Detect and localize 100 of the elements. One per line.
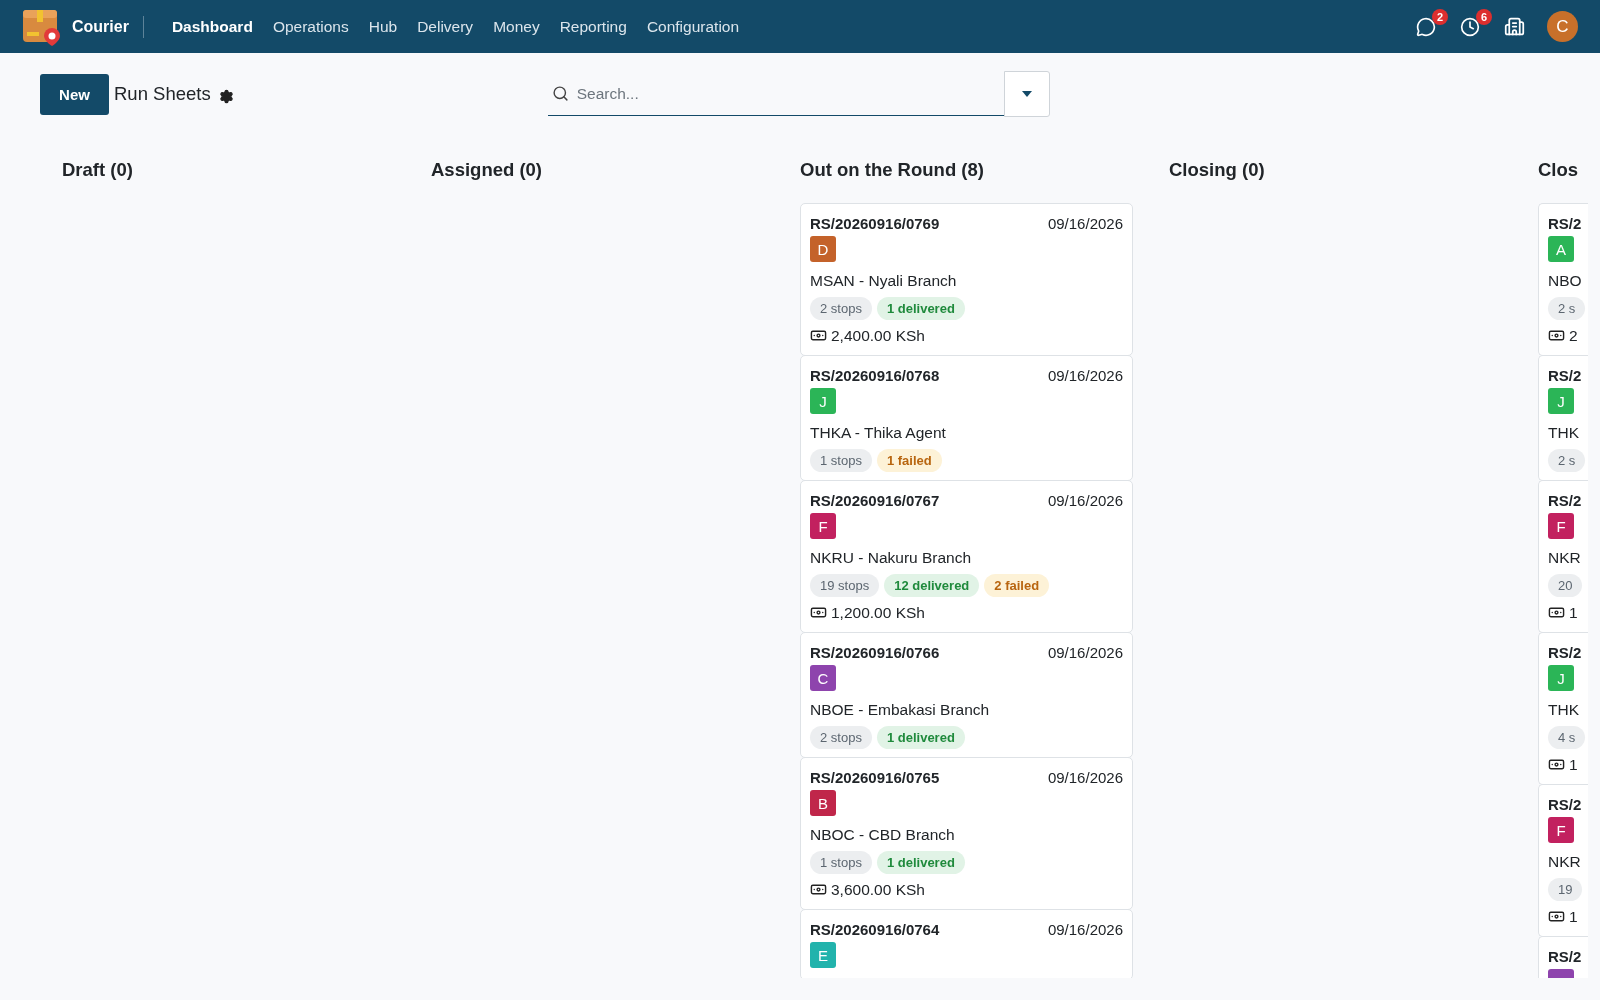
stops-tag: 19 stops: [810, 573, 880, 597]
stops-tag: 19: [1548, 877, 1583, 901]
stops-tag: 2 s: [1548, 448, 1586, 472]
column-title: Closing (0): [1169, 159, 1266, 181]
branch-name: NBOE - Embakasi Branch: [810, 700, 991, 720]
branch-name: MSAN - Nyali Branch: [810, 271, 958, 291]
user-avatar[interactable]: C: [1547, 11, 1578, 42]
run-sheet-reference: RS/20260916/0769: [810, 214, 940, 232]
amount-text: 1: [1569, 603, 1578, 622]
run-sheet-reference: RS/20260916/0764: [810, 920, 940, 938]
driver-avatar: C: [810, 665, 836, 691]
building-icon: [1504, 16, 1525, 37]
delivered-tag: 12 delivered: [884, 573, 980, 597]
run-sheet-date: 09/16/2026: [1047, 214, 1123, 232]
run-sheet-reference: RS/2: [1548, 366, 1582, 384]
branch-name: NBO: [1548, 271, 1579, 291]
run-sheet-card[interactable]: RS/20260916/0769 09/16/2026 D MSAN - Nyali Branch 2 stops 1 delivered 2,400.00 KSh: [800, 203, 1133, 356]
run-sheet-card[interactable]: RS/2 F NKR 19 1: [1538, 784, 1588, 937]
run-sheet-date: 09/16/2026: [1047, 920, 1123, 938]
run-sheet-card[interactable]: RS/2 J THK 2 s: [1538, 355, 1588, 481]
nav-menu-item[interactable]: Hub: [358, 11, 408, 42]
driver-avatar: F: [1548, 817, 1574, 843]
stops-tag: 2 s: [1548, 296, 1586, 320]
branch-name: NKR: [1548, 548, 1579, 568]
stops-tag: 4 s: [1548, 725, 1586, 749]
stops-tag: 1 stops: [810, 448, 872, 472]
driver-avatar: A: [1548, 236, 1574, 262]
amount-text: 1,200.00 KSh: [831, 603, 925, 622]
branch-name: NBOC - CBD Branch: [810, 825, 956, 845]
caret-icon: [1021, 91, 1032, 97]
amount-text: 3,600.00 KSh: [831, 880, 925, 899]
driver-avatar: F: [1548, 513, 1574, 539]
run-sheet-date: 09/16/2026: [1047, 643, 1123, 661]
branch-name: THK: [1548, 423, 1579, 443]
amount-text: 2,400.00 KSh: [831, 326, 925, 345]
stops-tag: 20: [1548, 573, 1583, 597]
branch-name: THKA - Thika Agent: [810, 423, 947, 443]
nav-menu-item[interactable]: Operations: [262, 11, 359, 42]
nav-menu-item[interactable]: Reporting: [549, 11, 637, 42]
driver-avatar: F: [810, 513, 836, 539]
column-title: Assigned (0): [431, 159, 544, 181]
app-name[interactable]: Courier: [72, 15, 144, 38]
branch-name: NKRU - Nakuru Branch: [810, 548, 973, 568]
run-sheet-card[interactable]: RS/20260916/0766 09/16/2026 C NBOE - Embakasi Branch 2 stops 1 delivered: [800, 632, 1133, 758]
run-sheet-reference: RS/2: [1548, 643, 1582, 661]
stops-tag: 2 stops: [810, 296, 872, 320]
nav-menu-item[interactable]: Configuration: [636, 11, 750, 42]
run-sheet-reference: RS/2: [1548, 947, 1582, 965]
run-sheet-reference: RS/2: [1548, 214, 1582, 232]
run-sheet-card[interactable]: RS/2 A NBO 2 s 2: [1538, 203, 1588, 356]
run-sheet-card[interactable]: RS/20260916/0764 09/16/2026 E: [800, 909, 1133, 978]
run-sheet-date: 09/16/2026: [1047, 491, 1123, 509]
driver-avatar: J: [1548, 665, 1574, 691]
counter-badge: 2: [1432, 8, 1448, 25]
delivered-tag: 1 delivered: [876, 850, 965, 874]
column-title: Out on the Round (8): [800, 159, 985, 181]
run-sheet-card[interactable]: RS/20260916/0765 09/16/2026 B NBOC - CBD Branch 1 stops 1 delivered 3,600.00 KSh: [800, 757, 1133, 910]
run-sheet-reference: RS/20260916/0765: [810, 768, 940, 786]
failed-tag: 2 failed: [984, 573, 1050, 597]
stops-tag: 1 stops: [810, 850, 872, 874]
search-icon: [551, 85, 569, 102]
delivered-tag: 1 delivered: [876, 725, 965, 749]
column-title: Draft (0): [62, 159, 134, 181]
run-sheet-reference: RS/20260916/0768: [810, 366, 940, 384]
amount-text: 1: [1569, 907, 1578, 926]
run-sheet-reference: RS/2: [1548, 795, 1582, 813]
stops-tag: 2 stops: [810, 725, 872, 749]
chat-icon: [1416, 16, 1436, 37]
amount-text: 1: [1569, 755, 1578, 774]
failed-tag: 1 failed: [876, 448, 942, 472]
driver-avatar: J: [1548, 388, 1574, 414]
driver-avatar: E: [810, 942, 836, 968]
driver-avatar: D: [810, 236, 836, 262]
branch-name: NKR: [1548, 852, 1579, 872]
run-sheet-card[interactable]: RS/2: [1538, 936, 1588, 978]
run-sheet-reference: RS/2: [1548, 491, 1582, 509]
run-sheet-reference: RS/20260916/0766: [810, 643, 940, 661]
new-button[interactable]: New: [40, 73, 109, 115]
nav-menu-item[interactable]: Dashboard: [161, 11, 263, 42]
delivered-tag: 1 delivered: [876, 296, 965, 320]
run-sheet-card[interactable]: RS/2 J THK 4 s 1: [1538, 632, 1588, 785]
run-sheet-card[interactable]: RS/20260916/0767 09/16/2026 F NKRU - Nakuru Branch 19 stops 12 delivered 2 failed 1,200.00 KSh: [800, 480, 1133, 633]
run-sheet-date: 09/16/2026: [1047, 366, 1123, 384]
column-title: Clos: [1538, 159, 1580, 181]
run-sheet-reference: RS/20260916/0767: [810, 491, 940, 509]
logo-icon: [22, 7, 62, 46]
amount-text: 2: [1569, 326, 1578, 345]
run-sheet-card[interactable]: RS/2 F NKR 20 1: [1538, 480, 1588, 633]
driver-avatar: J: [810, 388, 836, 414]
counter-badge: 6: [1476, 8, 1492, 25]
nav-menu-item[interactable]: Delivery: [407, 11, 484, 42]
settings-icon[interactable]: [218, 88, 234, 104]
search-field[interactable]: Search...: [547, 72, 1004, 116]
branch-name: THK: [1548, 700, 1579, 720]
nav-menu-item[interactable]: Money: [483, 11, 550, 42]
run-sheet-card[interactable]: RS/20260916/0768 09/16/2026 J THKA - Thika Agent 1 stops 1 failed: [800, 355, 1133, 481]
run-sheet-date: 09/16/2026: [1047, 768, 1123, 786]
driver-avatar: B: [810, 790, 836, 816]
clock-icon: [1460, 16, 1480, 37]
page-title: Run Sheets: [114, 83, 211, 105]
